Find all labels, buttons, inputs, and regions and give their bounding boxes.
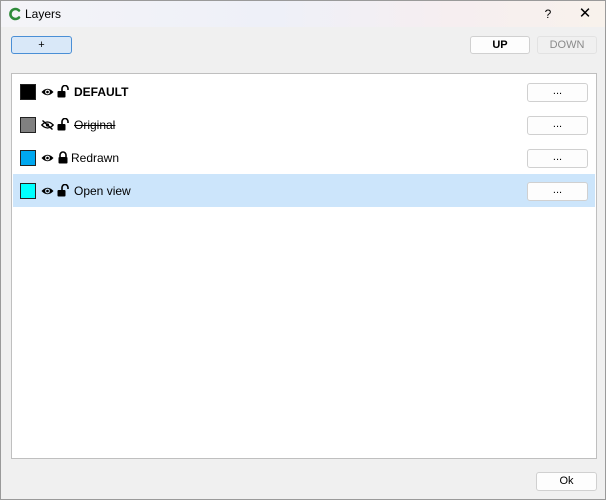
layers-dialog: Layers ? ✕ + UP DOWN DEFAULT ... Origina… xyxy=(0,0,606,500)
title-bar: Layers ? ✕ xyxy=(1,1,605,27)
move-up-button[interactable]: UP xyxy=(470,36,530,54)
layer-name: DEFAULT xyxy=(74,85,129,99)
eye-slash-icon[interactable] xyxy=(41,120,54,130)
layer-color-swatch[interactable] xyxy=(20,84,36,100)
layer-options-button[interactable]: ... xyxy=(527,182,588,201)
layer-color-swatch[interactable] xyxy=(20,183,36,199)
layer-options-button[interactable]: ... xyxy=(527,83,588,102)
close-button[interactable]: ✕ xyxy=(567,3,603,25)
ok-button[interactable]: Ok xyxy=(536,472,597,491)
lock-open-icon[interactable] xyxy=(57,118,69,131)
layer-list: DEFAULT ... Original ... Redrawn ... Ope… xyxy=(11,73,597,459)
eye-icon[interactable] xyxy=(41,186,54,196)
layer-options-button[interactable]: ... xyxy=(527,149,588,168)
app-logo-icon xyxy=(9,7,21,21)
layer-name: Redrawn xyxy=(71,151,120,165)
help-button[interactable]: ? xyxy=(531,3,565,25)
eye-icon[interactable] xyxy=(41,153,54,163)
add-layer-button[interactable]: + xyxy=(11,36,72,54)
layer-color-swatch[interactable] xyxy=(20,117,36,133)
move-down-button[interactable]: DOWN xyxy=(537,36,597,54)
lock-open-icon[interactable] xyxy=(57,85,69,98)
layer-row-open-view[interactable]: Open view ... xyxy=(13,174,595,207)
layer-options-button[interactable]: ... xyxy=(527,116,588,135)
eye-icon[interactable] xyxy=(41,87,54,97)
layer-name: Original xyxy=(74,118,116,132)
layer-row-default[interactable]: DEFAULT ... xyxy=(13,75,595,108)
lock-open-icon[interactable] xyxy=(57,184,69,197)
layer-name: Open view xyxy=(74,184,131,198)
layer-color-swatch[interactable] xyxy=(20,150,36,166)
lock-closed-icon[interactable] xyxy=(57,151,69,164)
layer-row-original[interactable]: Original ... xyxy=(13,108,595,141)
layer-row-redrawn[interactable]: Redrawn ... xyxy=(13,141,595,174)
window-title: Layers xyxy=(25,7,62,21)
